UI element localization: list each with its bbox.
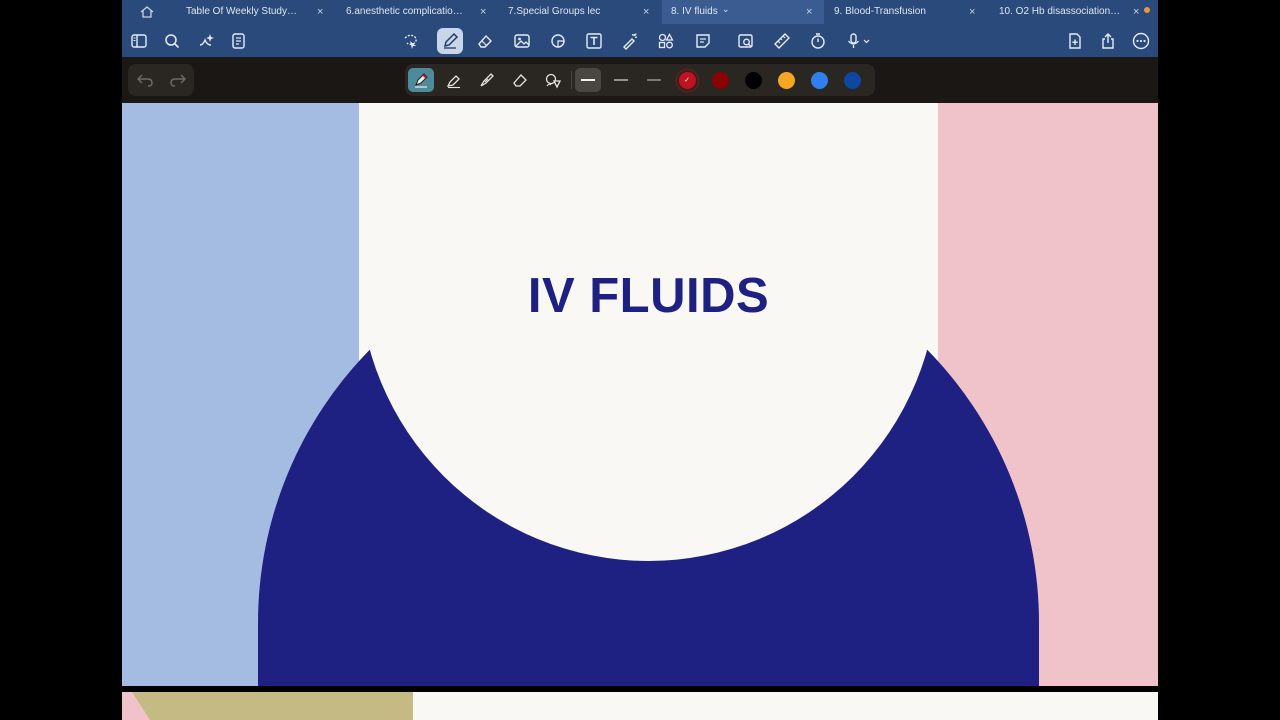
search-icon[interactable] [159, 28, 185, 54]
text-box-icon[interactable] [581, 28, 607, 54]
thickness-thin[interactable] [641, 68, 667, 92]
microphone-icon[interactable] [841, 28, 877, 54]
add-page-icon[interactable] [1062, 28, 1088, 54]
eraser-tool-icon[interactable] [507, 68, 533, 92]
tab-label: 10. O2 Hb disassociation… [999, 6, 1121, 17]
share-icon[interactable] [1095, 28, 1121, 54]
thickness-thick[interactable] [575, 68, 601, 92]
more-icon[interactable] [1128, 28, 1154, 54]
tab-close-icon[interactable]: × [1133, 0, 1139, 24]
shape-icon[interactable] [545, 28, 571, 54]
tab-label: Table Of Weekly Study… [186, 6, 297, 17]
pen-options-bar: ✓ [122, 57, 1158, 103]
main-toolbar [122, 24, 1158, 57]
tab-label: 7.Special Groups lec [508, 6, 601, 17]
home-icon[interactable] [138, 4, 156, 20]
fountain-pen-icon[interactable] [408, 68, 434, 92]
tab-blood-transfusion[interactable]: 9. Blood-Transfusion × [826, 0, 986, 24]
outline-icon[interactable] [226, 28, 252, 54]
tab-label: 8. IV fluids [671, 6, 718, 17]
slide-title: IV FLUIDS [527, 269, 770, 323]
tab-special-groups[interactable]: 7.Special Groups lec × [498, 0, 658, 24]
scan-icon[interactable] [733, 28, 759, 54]
divider [571, 71, 572, 89]
tab-o2-hb-disassociation[interactable]: 10. O2 Hb disassociation… × [990, 0, 1150, 24]
sticky-note-icon[interactable] [690, 28, 716, 54]
tab-iv-fluids[interactable]: 8. IV fluids ⌄ × [662, 0, 824, 24]
tab-close-icon[interactable]: × [643, 0, 649, 24]
ai-sparkle-icon[interactable] [193, 28, 219, 54]
elements-icon[interactable] [653, 28, 679, 54]
undo-redo-group [128, 64, 194, 96]
tab-close-icon[interactable]: × [480, 0, 486, 24]
shapes-tool-icon[interactable] [540, 68, 566, 92]
sidebar-icon[interactable] [126, 28, 152, 54]
tab-table-of-weekly-study[interactable]: Table Of Weekly Study… × [176, 0, 332, 24]
notes-app: Table Of Weekly Study… × 6.anesthetic co… [122, 0, 1158, 720]
highlighter-icon[interactable] [441, 68, 467, 92]
color-swatch-orange[interactable] [773, 68, 799, 92]
thickness-medium[interactable] [608, 68, 634, 92]
brush-pen-icon[interactable] [474, 68, 500, 92]
color-swatch-blue[interactable] [806, 68, 832, 92]
tab-close-icon[interactable]: × [317, 0, 323, 24]
image-icon[interactable] [509, 28, 535, 54]
redo-icon[interactable] [161, 64, 194, 96]
laser-pointer-icon[interactable] [617, 28, 643, 54]
tab-close-icon[interactable]: × [969, 0, 975, 24]
tab-close-icon[interactable]: × [806, 0, 812, 24]
undo-icon[interactable] [128, 64, 161, 96]
olive-panel [132, 692, 413, 720]
status-dot [1144, 7, 1150, 13]
ruler-icon[interactable] [769, 28, 795, 54]
tab-anesthetic-complications[interactable]: 6.anesthetic complicatio… × [336, 0, 496, 24]
eraser-icon[interactable] [472, 28, 498, 54]
pen-tools-group: ✓ [405, 64, 875, 96]
checkmark-icon: ✓ [684, 76, 690, 84]
chevron-down-icon[interactable]: ⌄ [722, 0, 730, 21]
timer-icon[interactable] [805, 28, 831, 54]
lasso-icon[interactable] [397, 28, 423, 54]
pen-icon[interactable] [437, 28, 463, 54]
tab-label: 6.anesthetic complicatio… [346, 6, 463, 17]
tab-label: 9. Blood-Transfusion [834, 6, 926, 17]
color-swatch-black[interactable] [740, 68, 766, 92]
tab-bar: Table Of Weekly Study… × 6.anesthetic co… [122, 0, 1158, 24]
slide-page[interactable]: IV FLUIDS [122, 103, 1158, 686]
color-swatch-navy[interactable] [839, 68, 865, 92]
color-swatch-red[interactable]: ✓ [674, 68, 700, 92]
next-page-preview[interactable] [122, 692, 1158, 720]
color-swatch-dark-red[interactable] [707, 68, 733, 92]
